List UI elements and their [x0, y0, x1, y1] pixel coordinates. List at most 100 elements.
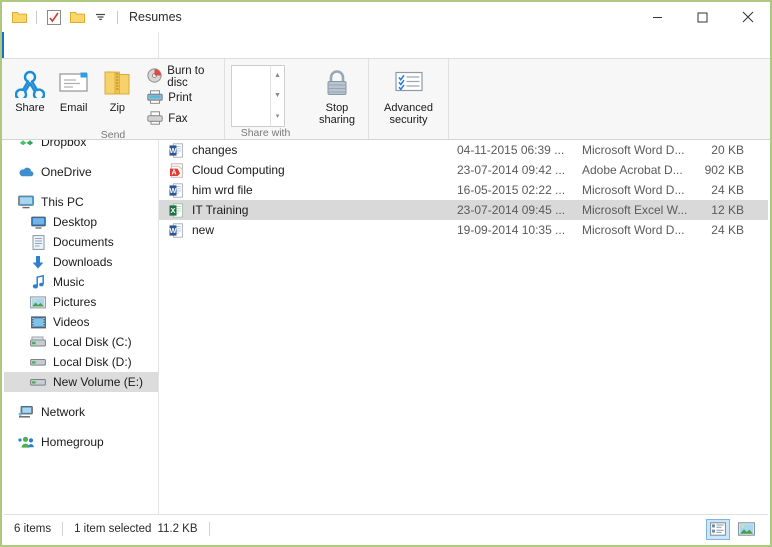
sidebar-item-local-disk-c-label: Local Disk (C:)	[53, 335, 132, 349]
table-row[interactable]: W new 19-09-2014 10:35 ... Microsoft Wor…	[159, 220, 768, 240]
local-disk-c-icon	[30, 334, 46, 350]
share-icon	[14, 66, 45, 100]
qat-divider-2	[117, 10, 118, 24]
fax-icon	[147, 110, 163, 128]
email-button[interactable]: Email	[52, 63, 96, 114]
sidebar-item-onedrive[interactable]: OneDrive	[4, 162, 158, 182]
new-folder-icon[interactable]	[68, 8, 86, 26]
status-divider-2	[208, 522, 210, 536]
folder-icon[interactable]	[10, 8, 28, 26]
table-row[interactable]: A Cloud Computing 23-07-2014 09:42 ... A…	[159, 160, 768, 180]
quick-access-toolbar	[10, 8, 121, 26]
table-row[interactable]: W changes 04-11-2015 06:39 ... Microsoft…	[159, 140, 768, 160]
advanced-security-button[interactable]: Advanced security	[379, 63, 439, 126]
share-button[interactable]: Share	[8, 63, 52, 114]
svg-text:W: W	[170, 226, 177, 235]
stop-sharing-label-line1: Stop	[325, 102, 349, 114]
sidebar-item-new-volume-e-label: New Volume (E:)	[53, 375, 144, 389]
downloads-icon	[30, 254, 46, 270]
properties-icon[interactable]	[45, 8, 63, 26]
homegroup-icon	[18, 434, 34, 450]
ribbon-group-send: Share Email Zip Burn to disc Print Fax S…	[2, 59, 224, 141]
share-with-gallery[interactable]: ▲ ▼ ▾	[231, 65, 285, 127]
file-type: Microsoft Word D...	[582, 143, 685, 157]
sidebar-item-this-pc[interactable]: This PC	[4, 192, 158, 212]
nav-spacer-4	[4, 422, 158, 432]
table-row[interactable]: X IT Training 23-07-2014 09:45 ... Micro…	[159, 200, 768, 220]
window-controls	[635, 2, 770, 32]
item-count: 6 items	[14, 523, 52, 535]
sidebar-item-desktop[interactable]: Desktop	[4, 212, 158, 232]
zip-button[interactable]: Zip	[96, 63, 140, 114]
print-label: Print	[168, 92, 192, 104]
send-small-buttons: Burn to disc Print Fax	[143, 63, 218, 129]
fax-label: Fax	[168, 113, 188, 125]
minimize-button[interactable]	[635, 2, 680, 32]
table-row[interactable]: W him wrd file 16-05-2015 02:22 ... Micr…	[159, 180, 768, 200]
sidebar-item-network[interactable]: Network	[4, 402, 158, 422]
customize-dropdown-icon[interactable]	[91, 8, 109, 26]
sidebar-item-pictures[interactable]: Pictures	[4, 292, 158, 312]
large-icons-view-button[interactable]	[734, 519, 758, 540]
status-bar: 6 items 1 item selected 11.2 KB	[4, 514, 768, 543]
close-button[interactable]	[725, 2, 770, 32]
sidebar-item-new-volume-e[interactable]: New Volume (E:)	[4, 372, 158, 392]
pictures-icon	[30, 294, 46, 310]
file-date: 16-05-2015 02:22 ...	[457, 183, 566, 197]
view-buttons	[706, 518, 758, 540]
sidebar-item-downloads[interactable]: Downloads	[4, 252, 158, 272]
share-with-gallery-list[interactable]	[232, 66, 270, 126]
print-button[interactable]: Print	[143, 88, 218, 108]
stop-sharing-button[interactable]: Stop sharing	[312, 63, 362, 126]
gallery-more-icon[interactable]: ▾	[276, 112, 280, 120]
word-document-icon: W	[169, 182, 187, 198]
sidebar-item-homegroup-label: Homegroup	[41, 435, 104, 449]
local-disk-d-icon	[30, 354, 46, 370]
stop-sharing-label-line2: sharing	[318, 114, 356, 126]
lock-icon	[323, 66, 351, 100]
file-date: 19-09-2014 10:35 ...	[457, 223, 566, 237]
sidebar-item-videos[interactable]: Videos	[4, 312, 158, 332]
network-icon	[18, 404, 34, 420]
sidebar-item-local-disk-d-label: Local Disk (D:)	[53, 355, 132, 369]
sidebar-item-network-label: Network	[41, 405, 86, 419]
selection-size: 11.2 KB	[157, 523, 198, 535]
details-view-button[interactable]	[706, 518, 730, 540]
sidebar-item-pictures-label: Pictures	[53, 295, 97, 309]
window-title: Resumes	[129, 10, 182, 24]
burn-to-disc-label: Burn to disc	[167, 65, 205, 89]
file-size: 24 KB	[711, 223, 744, 237]
file-size: 902 KB	[704, 163, 744, 177]
sidebar-item-local-disk-d[interactable]: Local Disk (D:)	[4, 352, 158, 372]
file-name: changes	[192, 143, 238, 157]
nav-spacer-2	[4, 182, 158, 192]
maximize-button[interactable]	[680, 2, 725, 32]
file-name: new	[192, 223, 215, 237]
zip-button-label: Zip	[109, 102, 126, 114]
sidebar-item-local-disk-c[interactable]: Local Disk (C:)	[4, 332, 158, 352]
svg-text:W: W	[170, 146, 177, 155]
onedrive-icon	[18, 164, 34, 180]
nav-spacer-3	[4, 392, 158, 402]
advanced-security-label-line1: Advanced	[384, 102, 433, 114]
sidebar-item-homegroup[interactable]: Homegroup	[4, 432, 158, 452]
music-icon	[30, 274, 46, 290]
excel-document-icon: X	[169, 202, 187, 218]
sidebar-item-music[interactable]: Music	[4, 272, 158, 292]
sidebar-item-this-pc-label: This PC	[41, 195, 84, 209]
scroll-up-icon[interactable]: ▲	[274, 72, 281, 79]
documents-icon	[30, 234, 46, 250]
sidebar-item-documents[interactable]: Documents	[4, 232, 158, 252]
selection-info: 1 item selected	[74, 523, 152, 535]
file-date: 23-07-2014 09:45 ...	[457, 203, 566, 217]
burn-to-disc-button[interactable]: Burn to disc	[143, 65, 218, 89]
new-volume-e-icon	[30, 374, 46, 390]
scroll-down-icon[interactable]: ▼	[274, 92, 281, 99]
fax-button[interactable]: Fax	[143, 109, 218, 129]
ribbon-group-share-with-label: Share with	[240, 127, 291, 139]
ribbon-share-tab: Share Email Zip Burn to disc Print Fax S…	[2, 58, 770, 141]
status-divider	[62, 522, 64, 536]
this-pc-icon	[18, 194, 34, 210]
print-icon	[147, 89, 163, 107]
share-with-gallery-scrollbar[interactable]: ▲ ▼ ▾	[270, 66, 284, 126]
